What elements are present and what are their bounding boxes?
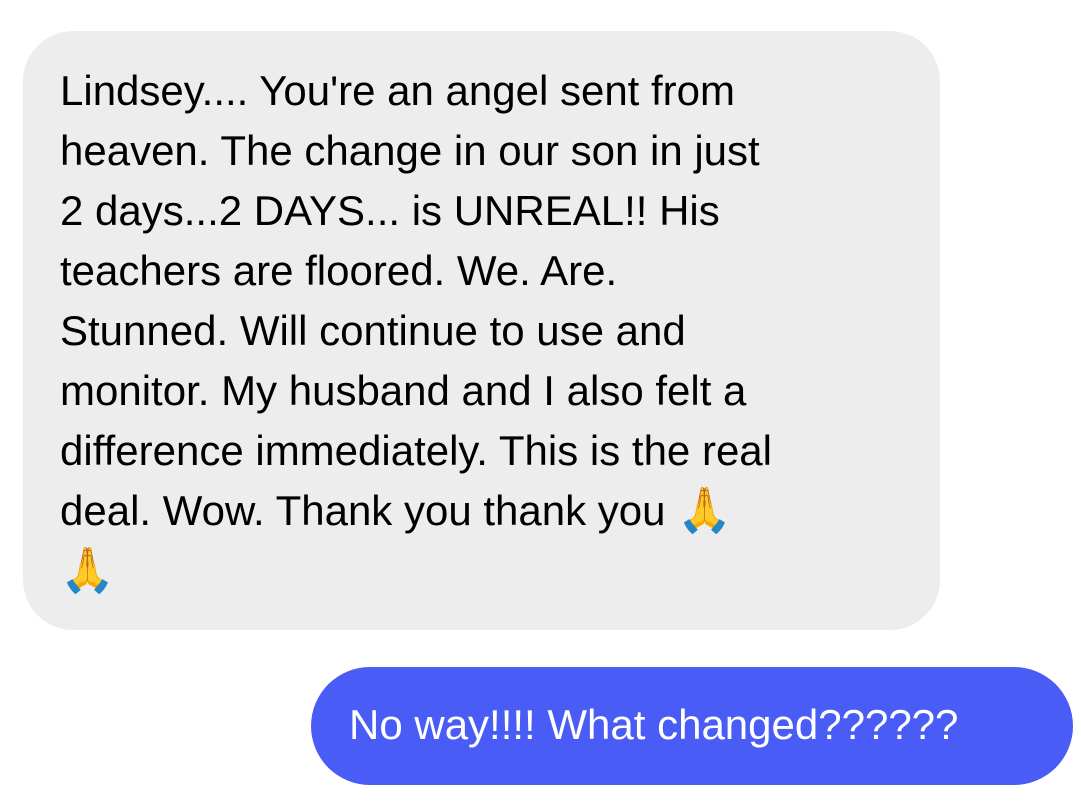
incoming-message-body: Lindsey.... You're an angel sent from he… bbox=[60, 67, 772, 534]
outgoing-message-text: No way!!!! What changed?????? bbox=[349, 701, 959, 748]
folded-hands-icon: 🙏 bbox=[677, 485, 732, 536]
incoming-message-bubble[interactable]: Lindsey.... You're an angel sent from he… bbox=[23, 31, 940, 630]
outgoing-message-bubble[interactable]: No way!!!! What changed?????? bbox=[311, 667, 1073, 785]
message-thread: Lindsey.... You're an angel sent from he… bbox=[0, 0, 1081, 805]
folded-hands-icon: 🙏 bbox=[60, 545, 115, 596]
incoming-message-text: Lindsey.... You're an angel sent from he… bbox=[60, 61, 910, 601]
